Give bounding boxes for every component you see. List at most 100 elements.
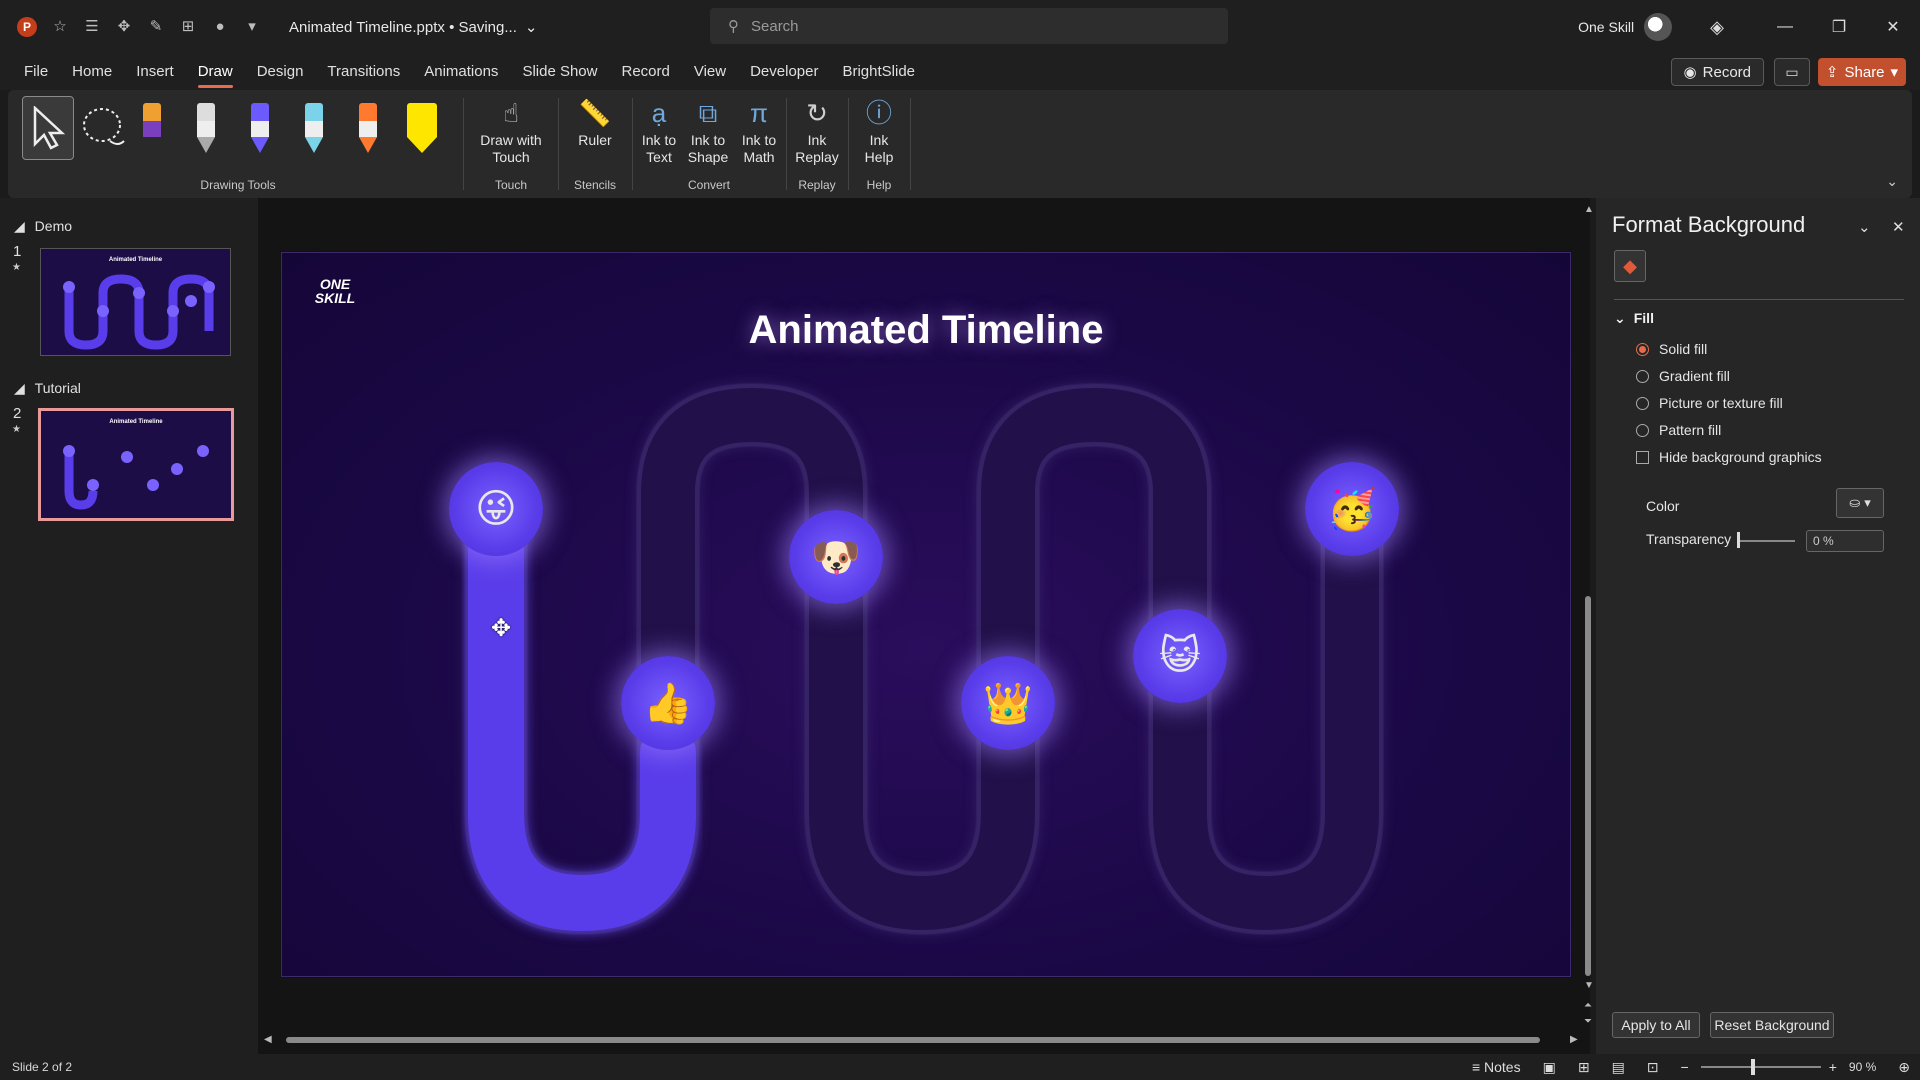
slideshow-icon[interactable]: ⊡: [1647, 1059, 1659, 1076]
tab-transitions[interactable]: Transitions: [317, 54, 410, 90]
tab-home[interactable]: Home: [62, 54, 122, 90]
ink-to-math-icon: π: [750, 98, 768, 128]
scroll-left-icon[interactable]: ◀: [264, 1034, 272, 1045]
pen-icon[interactable]: ✎: [147, 18, 165, 36]
pen-cyan-button[interactable]: [288, 96, 340, 160]
search-placeholder: Search: [751, 17, 799, 35]
slide-sorter-icon[interactable]: ⊞: [1578, 1059, 1590, 1076]
list-icon[interactable]: ☰: [83, 18, 101, 36]
lasso-select-button[interactable]: [78, 96, 130, 160]
transparency-slider-knob[interactable]: [1737, 532, 1740, 548]
horizontal-scrollbar[interactable]: ◀ ▶: [264, 1034, 1584, 1046]
pen-purple-button[interactable]: [126, 96, 178, 160]
normal-view-icon[interactable]: ▣: [1543, 1059, 1556, 1076]
solid-fill-radio[interactable]: Solid fill: [1636, 341, 1707, 357]
ink-replay-button[interactable]: ↻ Ink Replay: [788, 94, 846, 166]
premium-diamond-icon[interactable]: ◈: [1710, 17, 1724, 38]
user-name[interactable]: One Skill: [1578, 19, 1634, 35]
fill-section-header[interactable]: ⌄ Fill: [1614, 310, 1654, 327]
ink-help-button[interactable]: ⓘ Ink Help: [850, 94, 908, 166]
tab-slide-show[interactable]: Slide Show: [512, 54, 607, 90]
comments-button[interactable]: ▭: [1774, 58, 1810, 86]
transparency-slider-track[interactable]: [1737, 540, 1795, 542]
share-button[interactable]: ⇪ Share ▾: [1818, 58, 1906, 86]
search-input[interactable]: ⚲ Search: [710, 8, 1228, 44]
customize-qat-icon[interactable]: ▾: [243, 18, 261, 36]
emoji-node-thumbs-up[interactable]: 👍: [621, 656, 715, 750]
document-title[interactable]: Animated Timeline.pptx • Saving... ⌄: [289, 18, 537, 37]
scroll-right-icon[interactable]: ▶: [1570, 1034, 1578, 1045]
slide-title[interactable]: Animated Timeline: [282, 308, 1570, 353]
tab-insert[interactable]: Insert: [126, 54, 184, 90]
restore-button[interactable]: ❐: [1812, 17, 1866, 37]
close-pane-icon[interactable]: ✕: [1892, 218, 1905, 236]
emoji-node-cat[interactable]: 😺: [1133, 609, 1227, 703]
ruler-button[interactable]: 📏 Ruler: [560, 94, 630, 149]
tab-brightslide[interactable]: BrightSlide: [832, 54, 925, 90]
previous-slide-icon[interactable]: ⏶: [1584, 1000, 1592, 1011]
tab-record[interactable]: Record: [611, 54, 679, 90]
shape-icon[interactable]: ●: [211, 18, 229, 36]
slide-number-1: 1: [13, 243, 22, 260]
color-picker-button[interactable]: ⛀ ▾: [1836, 488, 1884, 518]
record-button[interactable]: ◉ Record: [1670, 58, 1764, 86]
reset-background-button[interactable]: Reset Background: [1710, 1012, 1834, 1038]
pattern-fill-radio[interactable]: Pattern fill: [1636, 422, 1721, 438]
minimize-button[interactable]: —: [1758, 18, 1812, 36]
emoji-node-winking[interactable]: 😜: [449, 462, 543, 556]
section-demo-label: Demo: [34, 218, 73, 234]
fit-to-window-icon[interactable]: ⊕: [1898, 1059, 1910, 1076]
pane-options-chevron-icon[interactable]: ⌄: [1858, 218, 1871, 236]
scroll-up-icon[interactable]: ▲: [1584, 204, 1594, 215]
fill-bucket-icon[interactable]: ◆: [1614, 250, 1646, 282]
tab-animations[interactable]: Animations: [414, 54, 508, 90]
favorite-icon[interactable]: ☆: [51, 18, 69, 36]
next-slide-icon[interactable]: ⏷: [1584, 1016, 1592, 1027]
tab-view[interactable]: View: [684, 54, 736, 90]
emoji-node-party[interactable]: 🥳: [1305, 462, 1399, 556]
avatar[interactable]: [1644, 13, 1673, 41]
transparency-spinner[interactable]: 0 %: [1806, 530, 1884, 552]
ink-to-shape-button[interactable]: ⧉ Ink to Shape: [682, 94, 734, 166]
highlighter-yellow-button[interactable]: [396, 96, 448, 160]
horizontal-scroll-thumb[interactable]: [286, 1037, 1540, 1043]
zoom-in-icon[interactable]: +: [1829, 1059, 1837, 1075]
vertical-scrollbar[interactable]: ▲ ▼ ⏶ ⏷: [1584, 204, 1594, 1027]
draw-with-touch-button[interactable]: ☝ Draw with Touch: [466, 94, 556, 166]
zoom-slider[interactable]: [1700, 1059, 1821, 1075]
highlighter-icon: [407, 103, 437, 153]
ink-to-text-button[interactable]: ạ Ink to Text: [634, 94, 684, 166]
pen-blue-button[interactable]: [234, 96, 286, 160]
emoji-node-crown[interactable]: 👑: [961, 656, 1055, 750]
hide-bg-graphics-checkbox[interactable]: Hide background graphics: [1636, 449, 1822, 465]
section-demo[interactable]: ◢ Demo: [14, 218, 72, 235]
notes-button[interactable]: ≡ Notes: [1472, 1059, 1521, 1075]
section-tutorial[interactable]: ◢ Tutorial: [14, 380, 81, 397]
move-icon[interactable]: ✥: [115, 18, 133, 36]
picture-fill-radio[interactable]: Picture or texture fill: [1636, 395, 1783, 411]
pen-orange-button[interactable]: [342, 96, 394, 160]
slide-thumbnail-2[interactable]: Animated Timeline: [38, 408, 234, 521]
zoom-level[interactable]: 90 %: [1849, 1060, 1876, 1074]
tab-draw[interactable]: Draw: [188, 54, 243, 90]
tab-design[interactable]: Design: [247, 54, 314, 90]
scroll-down-icon[interactable]: ▼: [1584, 980, 1594, 991]
apply-to-all-button[interactable]: Apply to All: [1612, 1012, 1700, 1038]
select-tool-button[interactable]: [22, 96, 74, 160]
gradient-fill-radio[interactable]: Gradient fill: [1636, 368, 1730, 384]
zoom-slider-knob[interactable]: [1750, 1059, 1755, 1075]
reading-view-icon[interactable]: ▤: [1612, 1059, 1625, 1076]
vertical-scroll-thumb[interactable]: [1585, 596, 1591, 976]
pen-white-button[interactable]: [180, 96, 232, 160]
slide-thumbnail-1[interactable]: Animated Timeline: [40, 248, 231, 356]
zoom-out-icon[interactable]: −: [1681, 1059, 1689, 1075]
tab-developer[interactable]: Developer: [740, 54, 828, 90]
paint-bucket-icon: ⛀: [1849, 495, 1861, 510]
emoji-node-dog[interactable]: 🐶: [789, 510, 883, 604]
ink-to-math-button[interactable]: π Ink to Math: [732, 94, 786, 166]
slide-canvas[interactable]: ONE SKILL Animated Timeline 😜 👍 🐶 👑 😺 🥳: [281, 252, 1571, 977]
close-button[interactable]: ✕: [1866, 17, 1920, 37]
align-icon[interactable]: ⊞: [179, 18, 197, 36]
tab-file[interactable]: File: [14, 54, 58, 90]
collapse-ribbon-icon[interactable]: ⌄: [1886, 173, 1898, 190]
